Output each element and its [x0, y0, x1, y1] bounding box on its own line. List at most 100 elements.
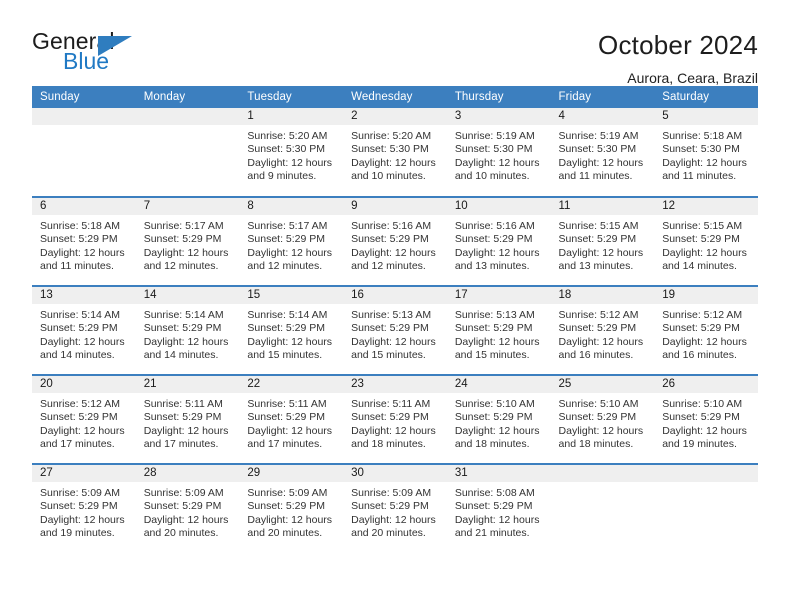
day-number: 15 — [239, 287, 344, 304]
calendar-day-cell[interactable]: 3 Sunrise: 5:19 AM Sunset: 5:30 PM Daylight… — [446, 108, 551, 197]
calendar-day-cell[interactable]: 26 Sunrise: 5:10 AM Sunset: 5:29 PM Dayligh… — [654, 374, 758, 464]
sunset-time: Sunset: 5:29 PM — [662, 411, 740, 424]
calendar-day-cell[interactable]: 30 Sunrise: 5:09 AM Sunset: 5:29 PM Dayligh… — [343, 463, 447, 553]
weekday-header-tuesday: Tuesday — [239, 86, 344, 108]
daylight-duration-line2: and 11 minutes. — [40, 260, 114, 273]
calendar-day-cell[interactable]: 22 Sunrise: 5:11 AM Sunset: 5:29 PM Dayligh… — [239, 374, 344, 464]
daylight-duration-line2: and 13 minutes. — [454, 260, 530, 273]
page-header: General Blue October 2024 Aurora, Ceara,… — [0, 0, 792, 86]
daylight-duration-line1: Daylight: 12 hours — [454, 246, 540, 259]
daylight-duration-line2: and 18 minutes. — [351, 438, 426, 451]
calendar-day-cell[interactable]: 28 Sunrise: 5:09 AM Sunset: 5:29 PM Dayligh… — [135, 463, 240, 553]
day-details: Sunrise: 5:15 AM Sunset: 5:29 PM Daylight:… — [551, 215, 655, 274]
day-number: 16 — [343, 287, 447, 304]
calendar-day-cell[interactable]: 12 Sunrise: 5:15 AM Sunset: 5:29 PM Dayligh… — [654, 196, 758, 286]
sunset-time: Sunset: 5:30 PM — [351, 143, 429, 156]
calendar-day-cell[interactable]: 14 Sunrise: 5:14 AM Sunset: 5:29 PM Dayligh… — [135, 285, 240, 375]
calendar-day-cell[interactable]: 19 Sunrise: 5:12 AM Sunset: 5:29 PM Dayligh… — [654, 285, 758, 375]
sunrise-time: Sunrise: 5:11 AM — [143, 398, 223, 410]
day-number — [654, 465, 758, 482]
day-details: Sunrise: 5:09 AM Sunset: 5:29 PM Daylight:… — [343, 482, 447, 541]
daylight-duration-line1: Daylight: 12 hours — [351, 335, 436, 348]
sunrise-time: Sunrise: 5:19 AM — [558, 130, 639, 142]
daylight-duration-line2: and 17 minutes. — [247, 438, 323, 451]
day-number: 28 — [135, 465, 240, 482]
calendar-day-cell[interactable]: 23 Sunrise: 5:11 AM Sunset: 5:29 PM Dayligh… — [343, 374, 447, 464]
daylight-duration-line1: Daylight: 12 hours — [558, 424, 644, 437]
calendar-day-cell[interactable]: 1 Sunrise: 5:20 AM Sunset: 5:30 PM Daylight… — [239, 108, 344, 197]
day-details: Sunrise: 5:09 AM Sunset: 5:29 PM Daylight:… — [239, 482, 343, 541]
calendar-day-cell[interactable]: 18 Sunrise: 5:12 AM Sunset: 5:29 PM Dayligh… — [550, 285, 655, 375]
calendar-day-cell[interactable]: 17 Sunrise: 5:13 AM Sunset: 5:29 PM Dayligh… — [446, 285, 551, 375]
calendar-day-cell[interactable]: 13 Sunrise: 5:14 AM Sunset: 5:29 PM Dayligh… — [32, 285, 136, 375]
daylight-duration-line2: and 20 minutes. — [143, 527, 219, 540]
daylight-duration-line2: and 10 minutes. — [454, 170, 530, 183]
calendar-day-cell[interactable]: 4 Sunrise: 5:19 AM Sunset: 5:30 PM Daylight… — [550, 108, 655, 197]
calendar-day-cell[interactable]: 5 Sunrise: 5:18 AM Sunset: 5:30 PM Daylight… — [654, 108, 758, 197]
daylight-duration-line1: Daylight: 12 hours — [143, 335, 229, 348]
daylight-duration-line1: Daylight: 12 hours — [662, 424, 747, 437]
day-number: 2 — [343, 108, 447, 125]
sunset-time: Sunset: 5:30 PM — [558, 143, 637, 156]
sunrise-time: Sunrise: 5:12 AM — [40, 398, 120, 410]
calendar-week-row: 27 Sunrise: 5:09 AM Sunset: 5:29 PM Dayligh… — [32, 463, 758, 553]
sunset-time: Sunset: 5:29 PM — [662, 322, 740, 335]
title-block: October 2024 Aurora, Ceara, Brazil — [598, 30, 758, 87]
calendar-day-cell[interactable]: 8 Sunrise: 5:17 AM Sunset: 5:29 PM Daylight… — [239, 196, 344, 286]
calendar-day-cell[interactable]: 24 Sunrise: 5:10 AM Sunset: 5:29 PM Dayligh… — [446, 374, 551, 464]
day-details: Sunrise: 5:20 AM Sunset: 5:30 PM Daylight:… — [239, 125, 343, 184]
day-details: Sunrise: 5:12 AM Sunset: 5:29 PM Daylight:… — [551, 304, 655, 363]
calendar-day-cell[interactable]: 10 Sunrise: 5:16 AM Sunset: 5:29 PM Dayligh… — [446, 196, 551, 286]
daylight-duration-line2: and 20 minutes. — [247, 527, 323, 540]
calendar-table: Sunday Monday Tuesday Wednesday Thursday Frid… — [32, 86, 758, 553]
day-details: Sunrise: 5:13 AM Sunset: 5:29 PM Daylight:… — [343, 304, 447, 363]
daylight-duration-line2: and 16 minutes. — [558, 349, 634, 362]
calendar-day-cell[interactable]: 7 Sunrise: 5:17 AM Sunset: 5:29 PM Daylight… — [135, 196, 240, 286]
daylight-duration-line2: and 15 minutes. — [351, 349, 426, 362]
calendar-week-row: 20 Sunrise: 5:12 AM Sunset: 5:29 PM Dayligh… — [32, 374, 758, 464]
daylight-duration-line1: Daylight: 12 hours — [662, 246, 747, 259]
day-details: Sunrise: 5:20 AM Sunset: 5:30 PM Daylight:… — [343, 125, 447, 184]
daylight-duration-line2: and 15 minutes. — [247, 349, 323, 362]
calendar-day-cell[interactable]: 15 Sunrise: 5:14 AM Sunset: 5:29 PM Dayligh… — [239, 285, 344, 375]
sunset-time: Sunset: 5:29 PM — [247, 500, 326, 513]
day-details: Sunrise: 5:19 AM Sunset: 5:30 PM Daylight:… — [447, 125, 551, 184]
sunset-time: Sunset: 5:29 PM — [143, 411, 222, 424]
sunrise-time: Sunrise: 5:14 AM — [247, 309, 328, 321]
general-blue-logo[interactable]: General Blue — [32, 30, 162, 82]
day-details: Sunrise: 5:10 AM Sunset: 5:29 PM Daylight:… — [447, 393, 551, 452]
calendar-day-cell[interactable]: 6 Sunrise: 5:18 AM Sunset: 5:29 PM Daylight… — [32, 196, 136, 286]
day-details: Sunrise: 5:09 AM Sunset: 5:29 PM Daylight:… — [32, 482, 136, 541]
day-number: 10 — [446, 198, 551, 215]
daylight-duration-line2: and 15 minutes. — [454, 349, 530, 362]
sunrise-time: Sunrise: 5:09 AM — [40, 487, 120, 499]
day-number: 25 — [550, 376, 655, 393]
calendar-day-cell[interactable]: 9 Sunrise: 5:16 AM Sunset: 5:29 PM Daylight… — [343, 196, 447, 286]
day-details: Sunrise: 5:14 AM Sunset: 5:29 PM Daylight:… — [239, 304, 343, 363]
calendar-week-row: 1 Sunrise: 5:20 AM Sunset: 5:30 PM Daylight… — [32, 108, 758, 197]
day-details: Sunrise: 5:17 AM Sunset: 5:29 PM Daylight:… — [239, 215, 343, 274]
calendar-day-cell[interactable]: 31 Sunrise: 5:08 AM Sunset: 5:29 PM Dayligh… — [446, 463, 551, 553]
daylight-duration-line2: and 13 minutes. — [558, 260, 634, 273]
calendar-day-cell[interactable]: 25 Sunrise: 5:10 AM Sunset: 5:29 PM Dayligh… — [550, 374, 655, 464]
calendar-day-cell[interactable]: 27 Sunrise: 5:09 AM Sunset: 5:29 PM Dayligh… — [32, 463, 136, 553]
day-details: Sunrise: 5:17 AM Sunset: 5:29 PM Daylight:… — [136, 215, 240, 274]
sunset-time: Sunset: 5:29 PM — [351, 322, 429, 335]
calendar-day-cell[interactable]: 21 Sunrise: 5:11 AM Sunset: 5:29 PM Dayligh… — [135, 374, 240, 464]
calendar-day-cell[interactable]: 16 Sunrise: 5:13 AM Sunset: 5:29 PM Dayligh… — [343, 285, 447, 375]
calendar-day-cell[interactable]: 2 Sunrise: 5:20 AM Sunset: 5:30 PM Daylight… — [343, 108, 447, 197]
day-number: 11 — [550, 198, 655, 215]
calendar-day-cell[interactable]: 20 Sunrise: 5:12 AM Sunset: 5:29 PM Dayligh… — [32, 374, 136, 464]
sunset-time: Sunset: 5:29 PM — [143, 500, 222, 513]
sunset-time: Sunset: 5:29 PM — [351, 233, 429, 246]
day-details: Sunrise: 5:18 AM Sunset: 5:30 PM Daylight:… — [654, 125, 758, 184]
day-number: 17 — [446, 287, 551, 304]
calendar-day-cell[interactable]: 29 Sunrise: 5:09 AM Sunset: 5:29 PM Dayligh… — [239, 463, 344, 553]
page-title: October 2024 — [598, 30, 758, 60]
daylight-duration-line2: and 18 minutes. — [558, 438, 634, 451]
daylight-duration-line1: Daylight: 12 hours — [247, 424, 333, 437]
daylight-duration-line1: Daylight: 12 hours — [247, 335, 333, 348]
sunset-time: Sunset: 5:29 PM — [143, 233, 222, 246]
calendar-day-cell[interactable]: 11 Sunrise: 5:15 AM Sunset: 5:29 PM Dayligh… — [550, 196, 655, 286]
day-details: Sunrise: 5:14 AM Sunset: 5:29 PM Daylight:… — [136, 304, 240, 363]
